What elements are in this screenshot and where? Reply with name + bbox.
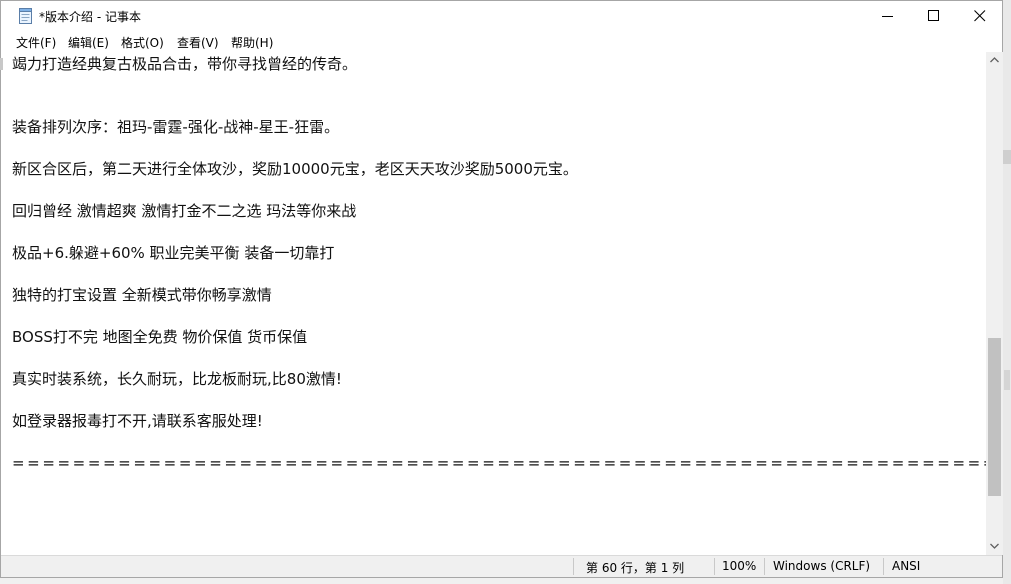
desktop-background	[1003, 0, 1011, 584]
chevron-down-icon	[990, 543, 999, 549]
scrollbar-thumb[interactable]	[988, 338, 1001, 496]
scroll-down-button[interactable]	[986, 538, 1003, 555]
minimize-button[interactable]	[865, 1, 911, 31]
line-ending: Windows (CRLF)	[773, 559, 871, 573]
text-line: 装备排列次序：祖玛-雷霆-强化-战神-星王-狂雷。	[12, 118, 340, 136]
text-line: 如登录器报毒打不开,请联系客服处理!	[12, 412, 263, 430]
status-bar: 第 60 行，第 1 列 100% Windows (CRLF) ANSI	[1, 555, 1002, 577]
notepad-icon	[19, 8, 32, 24]
maximize-icon	[928, 10, 939, 21]
maximize-button[interactable]	[911, 1, 957, 31]
menu-help[interactable]: 帮助(H)	[231, 34, 273, 51]
window-title: *版本介绍 - 记事本	[39, 10, 141, 24]
status-divider	[573, 558, 574, 575]
status-divider	[883, 558, 884, 575]
chevron-up-icon	[990, 57, 999, 63]
text-line: BOSS打不完 地图全免费 物价保值 货币保值	[12, 328, 308, 346]
text-line: 回归曾经 激情超爽 激情打金不二之选 玛法等你来战	[12, 202, 357, 220]
text-line: 独特的打宝设置 全新模式带你畅享激情	[12, 286, 272, 304]
text-line: 真实时装系统，长久耐玩，比龙板耐玩,比80激情!	[12, 370, 342, 388]
close-button[interactable]	[957, 1, 1003, 31]
menu-edit[interactable]: 编辑(E)	[68, 34, 109, 51]
text-line: 竭力打造经典复古极品合击，带你寻找曾经的传奇。	[12, 55, 358, 73]
status-divider	[714, 558, 715, 575]
title-bar[interactable]: *版本介绍 - 记事本	[1, 1, 1002, 31]
close-icon	[974, 10, 986, 22]
separator-line: ========================================…	[12, 454, 986, 472]
menu-file[interactable]: 文件(F)	[16, 34, 56, 51]
vertical-scrollbar[interactable]	[986, 52, 1003, 555]
encoding: ANSI	[892, 559, 921, 573]
scroll-up-button[interactable]	[986, 52, 1003, 69]
desktop-fragment	[1004, 370, 1010, 390]
text-line: 新区合区后，第二天进行全体攻沙，奖励10000元宝，老区天天攻沙奖励5000元宝…	[12, 160, 578, 178]
text-line: 极品+6.躲避+60% 职业完美平衡 装备一切靠打	[12, 244, 335, 262]
menu-bar: 文件(F) 编辑(E) 格式(O) 查看(V) 帮助(H)	[1, 31, 1002, 52]
menu-view[interactable]: 查看(V)	[177, 34, 219, 51]
zoom-level: 100%	[722, 559, 757, 573]
desktop-fragment	[1003, 150, 1011, 164]
status-divider	[764, 558, 765, 575]
text-editor[interactable]: 竭力打造经典复古极品合击，带你寻找曾经的传奇。 装备排列次序：祖玛-雷霆-强化-…	[1, 52, 986, 555]
notepad-window: *版本介绍 - 记事本 文件(F) 编辑(E) 格式(O) 查看(V) 帮助(H…	[0, 0, 1003, 578]
minimize-icon	[882, 16, 893, 17]
cursor-position: 第 60 行，第 1 列	[586, 561, 685, 575]
desktop-fragment	[0, 58, 3, 70]
menu-format[interactable]: 格式(O)	[121, 34, 164, 51]
